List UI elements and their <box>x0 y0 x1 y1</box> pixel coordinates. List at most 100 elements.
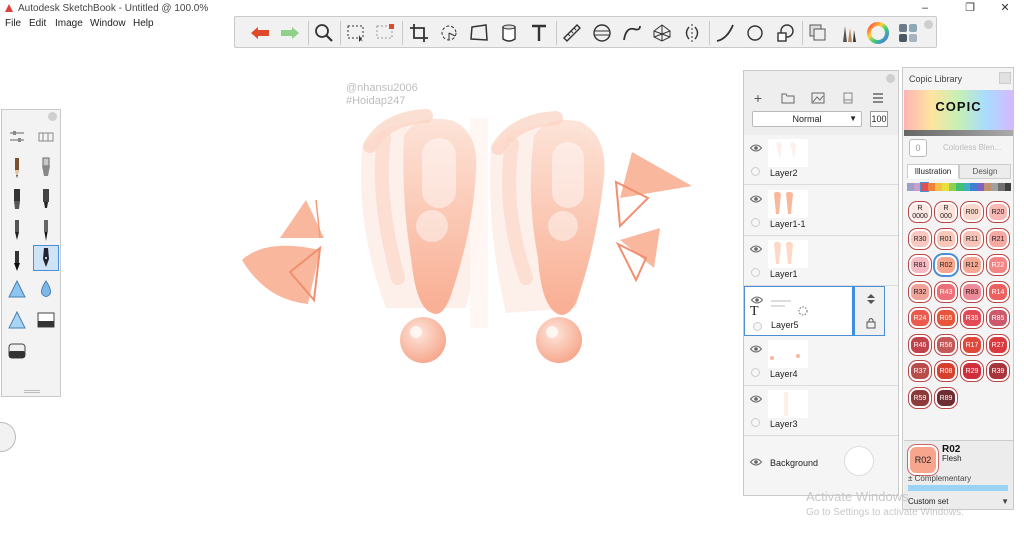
layer-row-background[interactable]: Background <box>744 436 898 493</box>
copic-chip[interactable]: R85 <box>987 308 1009 328</box>
rect-select-icon[interactable] <box>343 21 369 45</box>
palette-icon[interactable] <box>895 21 921 45</box>
redo-icon[interactable] <box>277 21 303 45</box>
layer-row[interactable]: Layer2 <box>744 135 898 185</box>
copic-chip[interactable]: R39 <box>987 361 1009 381</box>
eye-icon[interactable] <box>751 296 763 304</box>
layer-menu-icon[interactable] <box>870 91 886 105</box>
eye-icon[interactable] <box>750 345 762 353</box>
copic-chip[interactable]: R32 <box>909 281 931 302</box>
fine-pen-icon[interactable] <box>33 217 59 243</box>
maximize-button[interactable]: ❐ <box>955 0 985 17</box>
menu-edit[interactable]: Edit <box>29 18 46 29</box>
menu-file[interactable]: File <box>5 18 21 29</box>
eye-icon[interactable] <box>750 195 762 203</box>
calligraphy-pen-icon[interactable] <box>33 245 59 271</box>
brush-properties-icon[interactable] <box>4 124 30 150</box>
layer-row[interactable]: Layer1-1 <box>744 186 898 236</box>
layer-select-radio[interactable] <box>751 368 760 377</box>
tab-design[interactable]: Design <box>959 164 1011 179</box>
crop-icon[interactable] <box>406 21 432 45</box>
menu-image[interactable]: Image <box>55 18 83 29</box>
tab-illustration[interactable]: Illustration <box>907 164 959 179</box>
brush-library-icon[interactable] <box>835 21 861 45</box>
copic-chip[interactable]: R24 <box>909 308 931 328</box>
copic-chip[interactable]: R 000 <box>935 202 957 222</box>
lasso-select-icon[interactable] <box>372 21 398 45</box>
color-wheel-icon[interactable] <box>865 21 891 45</box>
current-color-swatch[interactable]: R02 <box>908 445 938 475</box>
eye-icon[interactable] <box>750 245 762 253</box>
triangle-brush-icon[interactable] <box>4 276 30 302</box>
toolbar-close-icon[interactable] <box>924 20 933 29</box>
blend-mode-select[interactable]: Normal ▼ <box>752 111 862 127</box>
ellipse-guide-icon[interactable] <box>589 21 615 45</box>
copic-chip[interactable]: R 0000 <box>909 202 931 222</box>
copic-chip[interactable]: R46 <box>909 334 931 355</box>
distort-icon[interactable] <box>466 21 492 45</box>
colorless-blender-swatch[interactable]: 0 <box>909 139 927 157</box>
layer-opacity-field[interactable]: 100 <box>870 111 888 127</box>
layer-reorder-icon[interactable] <box>865 293 877 305</box>
layer-select-radio[interactable] <box>751 218 760 227</box>
copic-chip[interactable]: R02 <box>935 255 957 275</box>
add-group-icon[interactable] <box>780 91 796 105</box>
copic-gray-strip[interactable] <box>904 130 1013 136</box>
color-family-strip[interactable] <box>907 182 1011 192</box>
french-curve-icon[interactable] <box>619 21 645 45</box>
copic-chip[interactable]: R56 <box>935 334 957 355</box>
copic-chip[interactable]: R11 <box>961 228 983 249</box>
copic-chip[interactable]: R83 <box>961 281 983 302</box>
copic-chip[interactable]: R21 <box>987 228 1009 249</box>
water-drop-icon[interactable] <box>33 276 59 302</box>
background-color-swatch[interactable] <box>844 446 874 476</box>
perspective-icon[interactable] <box>649 21 675 45</box>
shape-icon[interactable] <box>772 21 798 45</box>
layer-select-radio[interactable] <box>753 322 762 331</box>
copic-chip[interactable]: R27 <box>987 334 1009 355</box>
brush-library-toggle-icon[interactable] <box>33 124 59 150</box>
copic-chip[interactable]: R12 <box>961 255 983 275</box>
copic-chip[interactable]: R01 <box>935 228 957 249</box>
copic-chip[interactable]: R30 <box>909 228 931 249</box>
copic-chip[interactable]: R05 <box>935 308 957 328</box>
eye-icon[interactable] <box>750 144 762 152</box>
copic-chip[interactable]: R08 <box>935 361 957 381</box>
layer-select-radio[interactable] <box>751 268 760 277</box>
copic-chip[interactable]: R43 <box>935 281 957 302</box>
layer-editor-icon[interactable] <box>805 21 831 45</box>
menu-help[interactable]: Help <box>133 18 154 29</box>
fill-bucket-icon[interactable] <box>496 21 522 45</box>
stroke-icon[interactable] <box>712 21 738 45</box>
copic-chip[interactable]: R35 <box>961 308 983 328</box>
copic-chip[interactable]: R20 <box>987 202 1009 222</box>
copic-chip[interactable]: R29 <box>961 361 983 381</box>
copic-chip[interactable]: R14 <box>987 281 1009 302</box>
smudge-brush-icon[interactable] <box>4 307 30 333</box>
copic-chip[interactable]: R59 <box>909 387 931 408</box>
hard-eraser-icon[interactable] <box>33 307 59 333</box>
ink-pen-icon[interactable] <box>4 217 30 243</box>
zoom-icon[interactable] <box>311 21 337 45</box>
layer-row[interactable]: Layer1 <box>744 236 898 286</box>
marker-brush-icon[interactable] <box>4 186 30 212</box>
symmetry-icon[interactable] <box>679 21 705 45</box>
layer-select-radio[interactable] <box>751 418 760 427</box>
complementary-toggle[interactable]: ± Complementary <box>908 474 971 483</box>
copic-close-icon[interactable] <box>999 72 1011 84</box>
layer-row[interactable]: Layer4 <box>744 336 898 386</box>
menu-window[interactable]: Window <box>90 18 126 29</box>
layer-clear-icon[interactable] <box>840 91 856 105</box>
brush-palette-close-icon[interactable] <box>48 112 57 121</box>
eye-icon[interactable] <box>750 458 762 466</box>
eye-icon[interactable] <box>750 395 762 403</box>
pencil-brush-icon[interactable] <box>4 155 30 181</box>
add-image-icon[interactable] <box>810 91 826 105</box>
circle-icon[interactable] <box>742 21 768 45</box>
brush-puck[interactable] <box>0 422 16 452</box>
undo-icon[interactable] <box>247 21 273 45</box>
add-layer-icon[interactable]: + <box>750 90 766 106</box>
felt-pen-icon[interactable] <box>33 186 59 212</box>
layer-panel-close-icon[interactable] <box>886 74 895 83</box>
copic-chip[interactable]: R89 <box>935 387 957 408</box>
